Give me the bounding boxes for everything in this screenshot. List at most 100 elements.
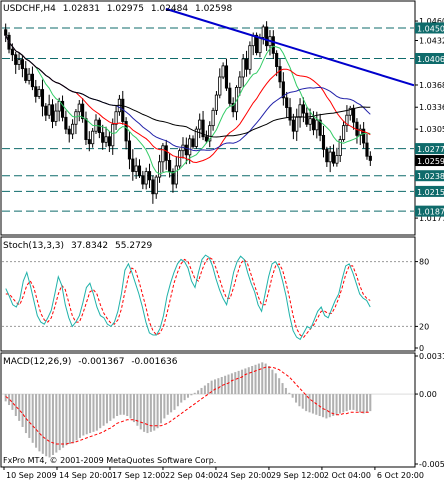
macd-histogram-bar <box>288 392 291 395</box>
candle-body <box>54 110 58 122</box>
trading-chart[interactable]: 1.046051.043251.040451.036851.033651.030… <box>0 0 444 480</box>
candle-body <box>198 119 202 130</box>
macd-histogram-bar <box>186 394 190 398</box>
macd-histogram-bar <box>355 394 358 412</box>
macd-histogram-bar <box>295 394 298 403</box>
macd-histogram-bar <box>230 373 233 395</box>
candle-body <box>50 104 55 122</box>
macd-histogram-bar <box>349 394 352 410</box>
macd-histogram-bar <box>176 394 179 407</box>
macd-histogram-bar <box>274 373 277 395</box>
level-price-label: 1.01870 <box>417 208 444 217</box>
macd-histogram-bar <box>271 369 274 395</box>
macd-histogram-bar <box>301 394 304 409</box>
candle-body <box>224 65 229 89</box>
candle-body <box>74 111 78 125</box>
macd-histogram-bar <box>132 394 135 423</box>
stochastic-title: Stoch(13,3,3) <box>3 241 64 251</box>
watermark: FxPro MT4, © 2001-2009 MetaQuotes Softwa… <box>3 456 216 465</box>
macd-histogram-bar <box>82 394 85 436</box>
macd-histogram-bar <box>200 387 203 395</box>
macd-histogram-bar <box>146 394 149 434</box>
macd-histogram-bar <box>345 394 348 412</box>
macd-histogram-bar <box>48 394 51 458</box>
macd-histogram-bar <box>58 394 61 451</box>
macd-histogram-bar <box>173 394 176 410</box>
macd-histogram-bar <box>352 394 355 410</box>
macd-histogram-bar <box>41 394 44 454</box>
candle-body <box>44 105 48 116</box>
candle-body <box>161 145 165 163</box>
candle-body <box>178 150 182 167</box>
candle-body <box>188 138 192 156</box>
macd-title: MACD(12,26,9) <box>3 357 71 367</box>
candle-body <box>275 52 279 67</box>
candle-body <box>30 73 35 88</box>
macd-histogram-bar <box>89 394 92 434</box>
price-tick-label: 1.03365 <box>419 103 444 112</box>
candle-body <box>174 165 178 185</box>
macd-histogram-bar <box>247 367 250 395</box>
macd-histogram-bar <box>237 370 240 395</box>
candle-body <box>154 176 158 195</box>
macd-histogram-bar <box>95 394 98 431</box>
candle-body <box>238 76 242 88</box>
candle-body <box>365 142 369 157</box>
candle-body <box>101 132 105 143</box>
macd-histogram-bar <box>159 394 163 424</box>
macd-histogram-bar <box>119 394 122 415</box>
candle-body <box>87 139 91 145</box>
macd-histogram-bar <box>62 394 65 448</box>
candle-body <box>114 111 118 125</box>
candle-body <box>27 73 31 81</box>
macd-histogram-bar <box>139 394 142 430</box>
macd-histogram-bar <box>234 372 237 395</box>
candle-body <box>335 155 339 164</box>
macd-histogram-bar <box>342 394 345 413</box>
level-price-label: 1.02770 <box>417 145 444 154</box>
macd-histogram-bar <box>241 369 244 395</box>
candle-body <box>285 97 289 108</box>
candle-body <box>291 119 295 132</box>
candle-body <box>147 171 152 181</box>
stochastic-header: Stoch(13,3,3) 37.8342 55.2729 <box>3 241 153 251</box>
candle-body <box>278 66 282 83</box>
candle-body <box>34 86 38 97</box>
macd-histogram-bar <box>45 394 48 457</box>
macd-histogram-bar <box>75 394 78 441</box>
macd-histogram-bar <box>105 394 108 424</box>
candle-body <box>157 161 162 178</box>
macd-histogram-bar <box>122 394 125 415</box>
candle-body <box>17 59 21 65</box>
macd-header: MACD(12,26,9) -0.001367 -0.001636 <box>3 357 178 367</box>
macd-histogram-bar <box>365 394 368 413</box>
macd-histogram-bar <box>332 394 335 416</box>
candle-body <box>298 104 302 118</box>
macd-histogram-bar <box>38 394 41 452</box>
candle-body <box>325 148 329 163</box>
level-price-label: 1.02380 <box>417 172 444 181</box>
macd-histogram-bar <box>92 394 95 432</box>
macd-histogram-bar <box>68 394 71 445</box>
macd-histogram-bar <box>369 394 372 412</box>
candle-body <box>47 104 51 116</box>
candle-body <box>168 160 172 172</box>
candle-body <box>368 155 372 161</box>
time-tick-label: 2 Oct 04:00 <box>324 471 371 480</box>
candle-body <box>184 144 188 156</box>
candle-body <box>301 104 305 114</box>
macd-histogram-bar <box>268 366 271 395</box>
price-tick-label: 1.03685 <box>419 81 444 90</box>
macd-histogram-bar <box>180 394 183 403</box>
candle-body <box>84 118 88 140</box>
time-tick-label: 14 Sep 20:00 <box>59 471 112 480</box>
open-value: 1.02831 <box>63 4 100 14</box>
macd-histogram-bar <box>322 394 325 418</box>
macd-histogram-bar <box>261 362 264 395</box>
macd-histogram-bar <box>24 394 27 434</box>
candle-body <box>218 76 222 96</box>
candle-body <box>14 54 18 65</box>
macd-histogram-bar <box>298 394 301 407</box>
candle-body <box>214 94 219 111</box>
candle-body <box>352 107 356 123</box>
